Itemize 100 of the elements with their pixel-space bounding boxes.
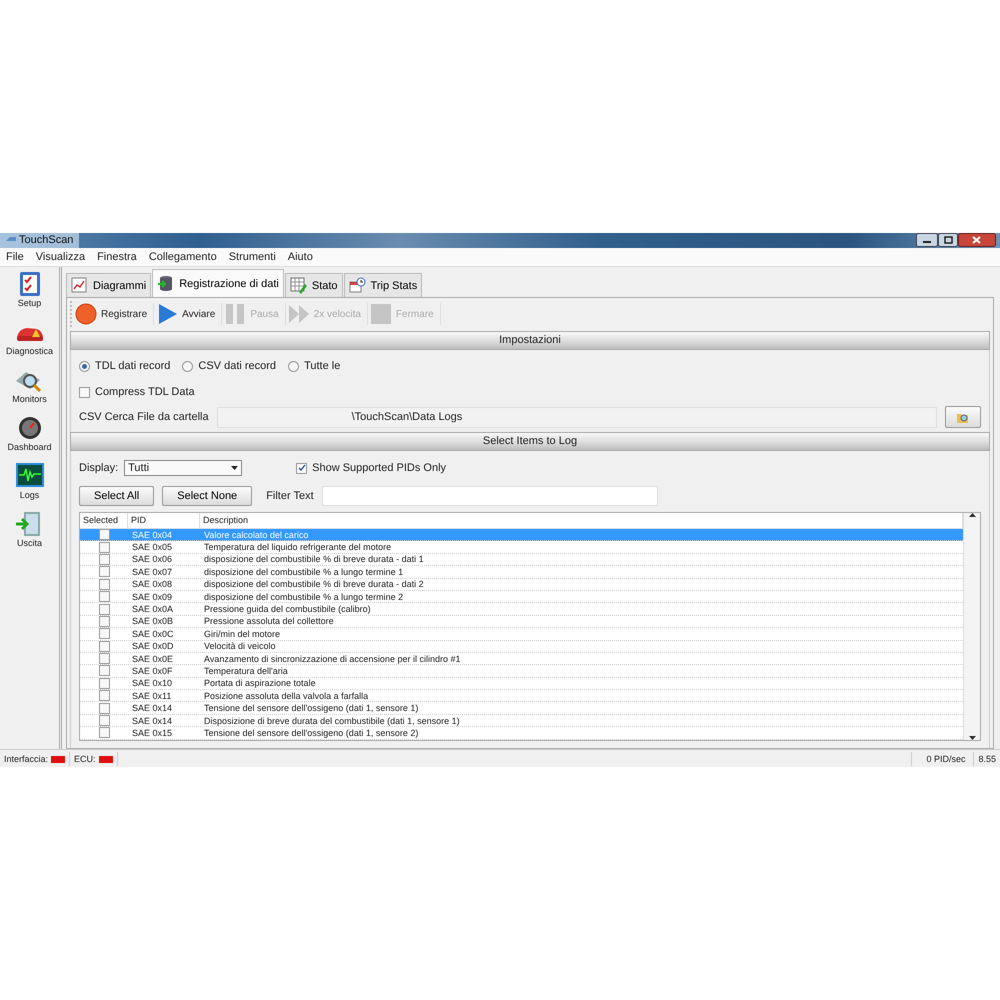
table-cell-text: SAE 0x0D <box>131 640 175 652</box>
scrollbar[interactable] <box>963 513 980 740</box>
dropdown-arrow-icon <box>231 466 238 470</box>
table-cell-text: disposizione del combustibile % di breve durata - dati 2 <box>203 578 425 590</box>
table-row[interactable]: SAE 0x11 Posizione assoluta della valvola a farfalla <box>80 690 963 702</box>
sidebar-item[interactable]: Uscita <box>14 511 46 548</box>
table-row[interactable]: SAE 0x06 disposizione del combustibile % di breve durata - dati 1 <box>80 554 963 566</box>
table-cell-text: Valore calcolato del carico <box>203 528 310 541</box>
table-row[interactable]: SAE 0x0B Pressione assoluta del collettore <box>80 616 963 628</box>
column-header[interactable]: Selected <box>80 513 128 528</box>
minimize-icon[interactable] <box>916 233 938 247</box>
tab[interactable]: Registrazione di dati <box>152 269 284 297</box>
menu-item[interactable]: File <box>0 251 30 263</box>
scroll-up-icon <box>968 513 976 517</box>
checkbox[interactable] <box>79 386 90 398</box>
checkbox[interactable] <box>98 554 110 565</box>
table-cell-text: SAE 0x08 <box>131 578 174 590</box>
display-dropdown[interactable]: Tutti <box>124 460 242 476</box>
select-button[interactable]: Select None <box>162 486 252 506</box>
checkbox[interactable] <box>98 715 110 726</box>
table-cell-text: SAE 0x15 <box>131 726 174 739</box>
tab[interactable]: Trip Stats <box>344 273 422 297</box>
table-cell-text: SAE 0x0C <box>131 628 175 640</box>
checkbox[interactable] <box>98 578 110 590</box>
table-cell-text: disposizione del combustibile % a lungo termine 2 <box>203 590 404 603</box>
checkbox[interactable] <box>98 542 110 553</box>
toolbar-button[interactable]: Registrare <box>75 303 154 325</box>
checkbox[interactable] <box>98 604 110 615</box>
table-cell-text: Posizione assoluta della valvola a farfalla <box>203 690 370 702</box>
table-cell-text: Pressione guida del combustibile (calibro) <box>203 603 372 616</box>
toolbar-button[interactable]: Avviare <box>156 303 222 325</box>
table-row[interactable]: SAE 0x08 disposizione del combustibile % di breve durata - dati 2 <box>80 578 963 591</box>
checkbox[interactable] <box>98 665 110 676</box>
table-row[interactable]: SAE 0x14 Disposizione di breve durata del combustibile (dati 1, sensore 1) <box>80 714 963 728</box>
table-cell-text: SAE 0x0A <box>131 603 174 616</box>
select-button[interactable]: Select All <box>79 486 154 506</box>
record-icon <box>75 303 97 325</box>
checkbox[interactable] <box>98 616 110 627</box>
checkbox[interactable] <box>98 529 110 540</box>
browse-button[interactable] <box>945 406 981 428</box>
restore-icon[interactable] <box>938 233 958 247</box>
checkbox[interactable] <box>296 462 308 474</box>
checkbox-option[interactable]: Compress TDL Data <box>79 386 195 398</box>
checkbox[interactable] <box>98 640 110 652</box>
table-cell-text: SAE 0x0E <box>131 652 174 665</box>
table-row[interactable]: SAE 0x0F Temperatura dell'aria <box>80 665 963 678</box>
folder-field[interactable]: \TouchScan\Data Logs <box>216 406 937 428</box>
table-row[interactable]: SAE 0x05 Temperatura del liquido refrigerante del motore <box>80 541 963 554</box>
table-cell-text: Giri/min del motore <box>203 628 282 640</box>
table-row[interactable]: SAE 0x14 Tensione del sensore dell'ossigeno (dati 1, sensore 1) <box>80 702 963 715</box>
table-cell-text: SAE 0x06 <box>131 553 174 566</box>
column-header[interactable]: PID <box>128 513 200 528</box>
table-cell-text: disposizione del combustibile % a lungo termine 1 <box>203 566 404 578</box>
table-cell-text: SAE 0x0F <box>131 665 174 677</box>
sidebar-item[interactable]: Diagnostica <box>6 319 54 356</box>
menu-item[interactable]: Collegamento <box>142 251 223 263</box>
checkbox[interactable] <box>98 628 110 640</box>
checkbox[interactable] <box>98 653 110 664</box>
table-cell-text: Pressione assoluta del collettore <box>203 615 335 628</box>
app-icon <box>6 235 16 243</box>
radio-option[interactable]: Tutte le <box>288 360 340 372</box>
table-cell-text: Tensione del sensore dell'ossigeno (dati 1, sensore 1) <box>203 702 420 714</box>
radio-option[interactable]: TDL dati record <box>79 360 170 372</box>
menu-item[interactable]: Visualizza <box>30 251 92 263</box>
sidebar-item[interactable]: Logs <box>14 463 46 500</box>
checkbox[interactable] <box>98 727 110 738</box>
radio-button[interactable] <box>182 360 194 372</box>
tab[interactable]: Diagrammi <box>66 273 152 297</box>
sidebar-item[interactable]: Dashboard <box>7 415 52 452</box>
filter-field[interactable] <box>322 486 658 506</box>
radio-button[interactable] <box>79 360 90 372</box>
menu-item[interactable]: Strumenti <box>222 251 282 263</box>
menu-item[interactable]: Aiuto <box>282 251 319 263</box>
section-header: Select Items to Log <box>70 432 990 451</box>
menu-item[interactable]: Finestra <box>91 251 143 263</box>
close-icon[interactable] <box>958 233 996 247</box>
checkbox[interactable] <box>98 702 110 714</box>
table-row[interactable]: SAE 0x07 disposizione del combustibile % a lungo termine 1 <box>80 566 963 579</box>
status-label: ECU: <box>74 754 96 764</box>
tab[interactable]: Stato <box>284 273 343 297</box>
checkbox-option[interactable]: Show Supported PIDs Only <box>296 462 446 474</box>
table-row[interactable]: SAE 0x0E Avanzamento di sincronizzazione di accensione per il cilindro #1 <box>80 652 963 666</box>
checkbox[interactable] <box>98 591 110 602</box>
table-cell-text: SAE 0x14 <box>131 702 174 714</box>
table-row[interactable]: SAE 0x15 Tensione del sensore dell'ossigeno (dati 1, sensore 2) <box>80 727 963 740</box>
field-label: Display: <box>79 462 118 474</box>
checkbox[interactable] <box>98 690 110 702</box>
table-row[interactable]: SAE 0x09 disposizione del combustibile % a lungo termine 2 <box>80 590 963 604</box>
table-cell-text: SAE 0x14 <box>131 714 174 727</box>
radio-button[interactable] <box>288 360 300 372</box>
radio-option[interactable]: CSV dati record <box>182 360 276 372</box>
checkbox[interactable] <box>98 566 110 578</box>
sidebar-item[interactable]: Setup <box>14 271 46 308</box>
sidebar-item[interactable]: Monitors <box>12 367 47 404</box>
table-row[interactable]: SAE 0x0D Velocità di veicolo <box>80 640 963 653</box>
table-row[interactable]: SAE 0x0A Pressione guida del combustibile (calibro) <box>80 603 963 616</box>
table-pencil-icon <box>290 277 308 294</box>
checkbox[interactable] <box>98 678 110 689</box>
table-row[interactable]: SAE 0x0C Giri/min del motore <box>80 628 963 641</box>
table-row[interactable]: SAE 0x10 Portata di aspirazione totale <box>80 678 963 690</box>
